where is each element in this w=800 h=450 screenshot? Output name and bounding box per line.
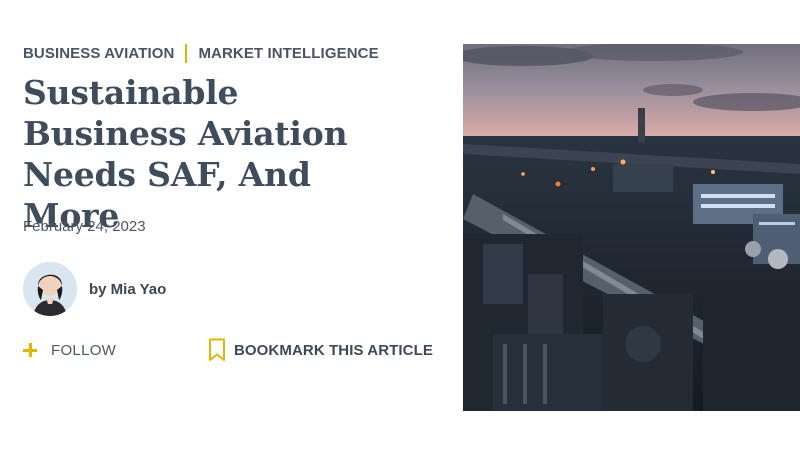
refinery-photo — [463, 44, 800, 411]
plus-icon — [23, 343, 37, 357]
category-breadcrumb: BUSINESS AVIATION MARKET INTELLIGENCE — [23, 44, 379, 63]
article-actions: FOLLOW BOOKMARK THIS ARTICLE — [23, 338, 433, 362]
author-byline[interactable]: by Mia Yao — [23, 262, 166, 316]
author-avatar[interactable] — [23, 262, 77, 316]
follow-label: FOLLOW — [51, 341, 117, 359]
category-link-market-intelligence[interactable]: MARKET INTELLIGENCE — [198, 45, 378, 62]
category-link-business-aviation[interactable]: BUSINESS AVIATION — [23, 45, 174, 62]
bookmark-icon — [208, 338, 225, 361]
bookmark-label: BOOKMARK THIS ARTICLE — [233, 341, 433, 359]
article-title: Sustainable Business Aviation Needs SAF,… — [23, 73, 348, 235]
follow-button[interactable]: FOLLOW — [23, 342, 116, 359]
bookmark-button[interactable]: BOOKMARK THIS ARTICLE — [208, 338, 433, 362]
category-divider — [185, 44, 188, 63]
article-hero-image — [463, 44, 800, 411]
author-portrait-icon — [23, 262, 77, 316]
author-name[interactable]: by Mia Yao — [89, 281, 166, 298]
publish-date: February 24, 2023 — [23, 218, 146, 235]
